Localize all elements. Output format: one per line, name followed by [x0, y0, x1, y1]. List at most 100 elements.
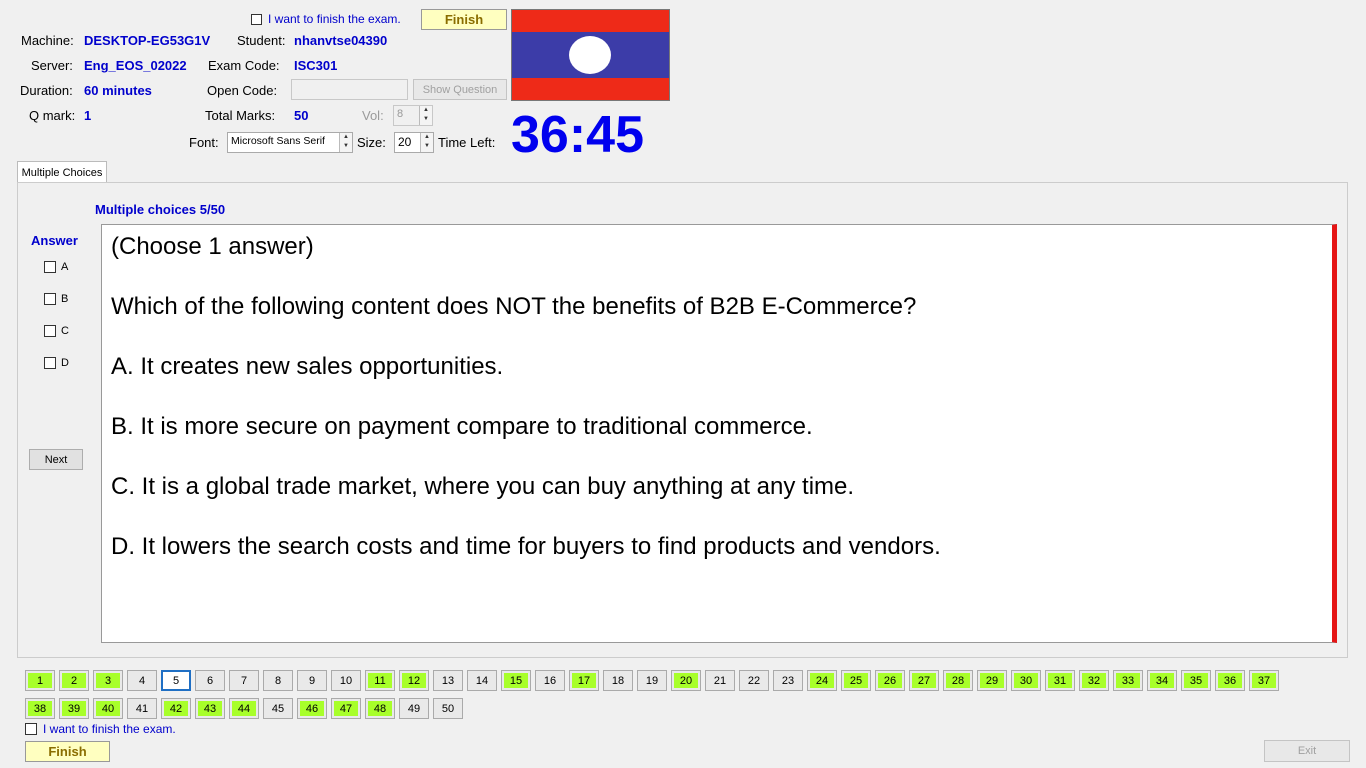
spin-arrows-icon[interactable]: ▲ ▼ — [420, 133, 433, 152]
size-label: Size: — [357, 135, 386, 150]
volume-value: 8 — [397, 108, 404, 120]
question-nav-button[interactable]: 14 — [467, 670, 497, 691]
total-marks-label: Total Marks: — [205, 108, 276, 123]
font-size-value: 20 — [398, 135, 412, 149]
font-size-spinner[interactable]: 20 ▲ ▼ — [394, 132, 434, 153]
question-nav-button[interactable]: 26 — [875, 670, 905, 691]
question-nav-button[interactable]: 24 — [807, 670, 837, 691]
question-nav-button[interactable]: 45 — [263, 698, 293, 719]
answer-option-label: C — [61, 325, 69, 337]
question-nav-button[interactable]: 13 — [433, 670, 463, 691]
total-marks-value: 50 — [294, 108, 309, 123]
exam-code-value: ISC301 — [294, 58, 338, 73]
question-nav-button[interactable]: 36 — [1215, 670, 1245, 691]
question-instruction: (Choose 1 answer) — [111, 233, 314, 260]
question-nav-button[interactable]: 35 — [1181, 670, 1211, 691]
question-nav-button[interactable]: 16 — [535, 670, 565, 691]
checkbox-box[interactable] — [44, 261, 56, 273]
question-nav-button[interactable]: 29 — [977, 670, 1007, 691]
vol-label: Vol: — [362, 108, 384, 123]
question-nav-button[interactable]: 49 — [399, 698, 429, 719]
student-value: nhanvtse04390 — [294, 33, 388, 48]
answer-option-b[interactable]: B — [44, 293, 68, 305]
question-nav-button[interactable]: 44 — [229, 698, 259, 719]
question-nav-button[interactable]: 46 — [297, 698, 327, 719]
question-nav-button[interactable]: 2 — [59, 670, 89, 691]
question-nav-button[interactable]: 27 — [909, 670, 939, 691]
question-counter: Multiple choices 5/50 — [95, 202, 226, 217]
machine-label: Machine: — [21, 33, 74, 48]
time-left-countdown: 36:45 — [511, 106, 644, 164]
open-code-input[interactable] — [291, 79, 408, 100]
font-select[interactable]: Microsoft Sans Serif ▲ ▼ — [227, 132, 353, 153]
question-choice-a: A. It creates new sales opportunities. — [111, 353, 504, 380]
volume-spinner[interactable]: 8 ▲ ▼ — [393, 105, 433, 126]
question-nav-button[interactable]: 4 — [127, 670, 157, 691]
finish-button-top[interactable]: Finish — [421, 9, 507, 30]
question-nav-button[interactable]: 6 — [195, 670, 225, 691]
flag-white-circle — [569, 36, 611, 74]
next-button[interactable]: Next — [29, 449, 83, 470]
checkbox-box[interactable] — [44, 293, 56, 305]
question-nav-button[interactable]: 11 — [365, 670, 395, 691]
show-question-button[interactable]: Show Question — [413, 79, 507, 100]
checkbox-box[interactable] — [251, 13, 262, 25]
finish-confirm-checkbox-top[interactable]: I want to finish the exam. — [251, 12, 401, 26]
question-nav-button[interactable]: 38 — [25, 698, 55, 719]
finish-button-bottom[interactable]: Finish — [25, 741, 110, 762]
question-nav-button[interactable]: 12 — [399, 670, 429, 691]
question-nav-button[interactable]: 48 — [365, 698, 395, 719]
question-nav-button[interactable]: 39 — [59, 698, 89, 719]
question-nav-button[interactable]: 17 — [569, 670, 599, 691]
question-nav-button[interactable]: 37 — [1249, 670, 1279, 691]
question-nav-button[interactable]: 20 — [671, 670, 701, 691]
duration-label: Duration: — [20, 83, 73, 98]
question-nav-button[interactable]: 41 — [127, 698, 157, 719]
question-nav-button[interactable]: 42 — [161, 698, 191, 719]
question-nav-button[interactable]: 5 — [161, 670, 191, 691]
question-nav-button[interactable]: 3 — [93, 670, 123, 691]
finish-confirm-label: I want to finish the exam. — [43, 722, 176, 736]
question-nav-button[interactable]: 15 — [501, 670, 531, 691]
question-nav-button[interactable]: 40 — [93, 698, 123, 719]
question-nav-button[interactable]: 22 — [739, 670, 769, 691]
tab-multiple-choices[interactable]: Multiple Choices — [17, 161, 107, 183]
question-nav-button[interactable]: 28 — [943, 670, 973, 691]
question-nav-button[interactable]: 25 — [841, 670, 871, 691]
question-nav-button[interactable]: 47 — [331, 698, 361, 719]
font-label: Font: — [189, 135, 219, 150]
question-nav-button[interactable]: 34 — [1147, 670, 1177, 691]
question-nav-button[interactable]: 9 — [297, 670, 327, 691]
question-nav-button[interactable]: 7 — [229, 670, 259, 691]
qmark-value: 1 — [84, 108, 92, 123]
exit-button[interactable]: Exit — [1264, 740, 1350, 762]
question-nav-button[interactable]: 19 — [637, 670, 667, 691]
spin-arrows-icon[interactable]: ▲ ▼ — [339, 133, 352, 152]
question-nav-button[interactable]: 30 — [1011, 670, 1041, 691]
flag-bottom-stripe — [512, 78, 669, 100]
checkbox-box[interactable] — [25, 723, 37, 735]
question-text-area[interactable]: (Choose 1 answer) Which of the following… — [101, 224, 1337, 643]
question-nav-button[interactable]: 50 — [433, 698, 463, 719]
question-nav-button[interactable]: 18 — [603, 670, 633, 691]
question-nav-button[interactable]: 8 — [263, 670, 293, 691]
question-nav-button[interactable]: 31 — [1045, 670, 1075, 691]
duration-value: 60 minutes — [84, 83, 152, 98]
finish-confirm-checkbox-bottom[interactable]: I want to finish the exam. — [25, 722, 176, 736]
spin-arrows-icon[interactable]: ▲ ▼ — [419, 106, 432, 125]
answer-option-c[interactable]: C — [44, 325, 69, 337]
question-nav-button[interactable]: 43 — [195, 698, 225, 719]
question-nav-button[interactable]: 23 — [773, 670, 803, 691]
flag-top-stripe — [512, 10, 669, 32]
checkbox-box[interactable] — [44, 357, 56, 369]
question-nav-button[interactable]: 1 — [25, 670, 55, 691]
answer-option-d[interactable]: D — [44, 357, 69, 369]
question-nav-button[interactable]: 21 — [705, 670, 735, 691]
question-nav-button[interactable]: 10 — [331, 670, 361, 691]
answer-option-a[interactable]: A — [44, 261, 68, 273]
server-label: Server: — [31, 58, 73, 73]
question-nav-button[interactable]: 33 — [1113, 670, 1143, 691]
question-nav-button[interactable]: 32 — [1079, 670, 1109, 691]
open-code-label: Open Code: — [207, 83, 278, 98]
checkbox-box[interactable] — [44, 325, 56, 337]
